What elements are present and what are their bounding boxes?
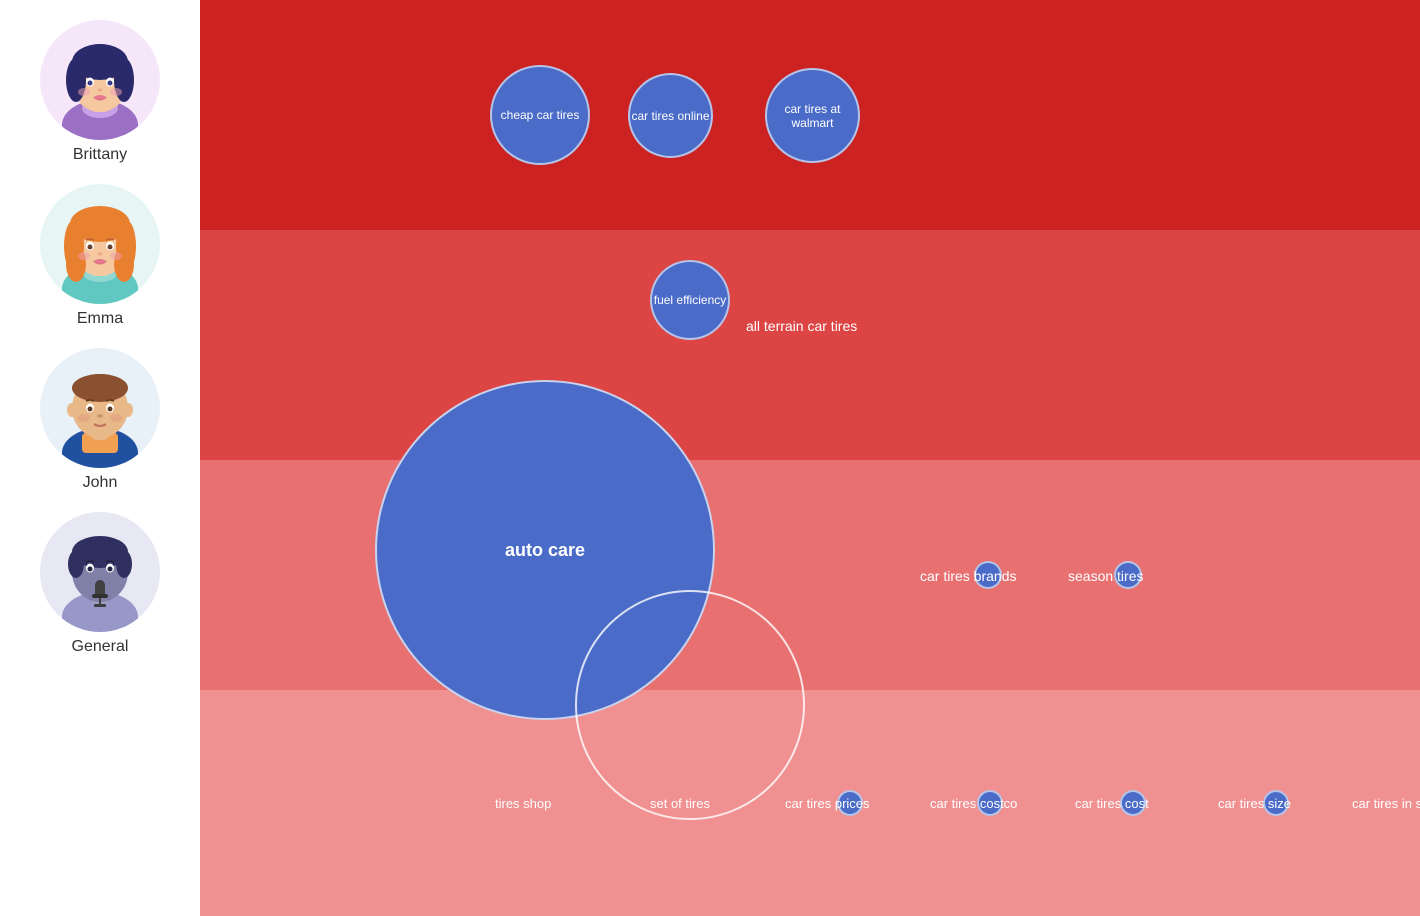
- avatar-general: [40, 512, 160, 632]
- bubble-label-car-tires-online: car tires online: [631, 109, 709, 123]
- sidebar: Brittany: [0, 0, 200, 916]
- bubble-car-tires-online[interactable]: car tires online: [628, 73, 713, 158]
- label-car-tires-prices: car tires prices: [785, 796, 870, 811]
- persona-john[interactable]: John: [40, 348, 160, 492]
- bubble-set-of-tires[interactable]: [575, 590, 805, 820]
- bubble-car-tires-walmart[interactable]: car tires at walmart: [765, 68, 860, 163]
- avatar-brittany: [40, 20, 160, 140]
- persona-name-john: John: [83, 474, 118, 492]
- avatar-emma: [40, 184, 160, 304]
- persona-general[interactable]: General: [40, 512, 160, 656]
- band-2: fuel efficiency all terrain car tires: [200, 230, 1420, 460]
- persona-name-brittany: Brittany: [73, 146, 127, 164]
- bubble-label-cheap-car-tires: cheap car tires: [501, 108, 580, 122]
- bubble-label-car-tires-walmart: car tires at walmart: [767, 102, 858, 130]
- label-car-tires-brands: car tires brands: [920, 568, 1016, 584]
- persona-name-emma: Emma: [77, 310, 123, 328]
- avatar-john: [40, 348, 160, 468]
- label-all-terrain: all terrain car tires: [746, 318, 857, 334]
- label-car-tires-costco: car tires costco: [930, 796, 1017, 811]
- label-season-tires: season tires: [1068, 568, 1143, 584]
- label-tires-shop: tires shop: [495, 796, 551, 811]
- label-car-tires-spanish: car tires in spanish: [1352, 796, 1420, 811]
- bubble-fuel-efficiency[interactable]: fuel efficiency: [650, 260, 730, 340]
- main-visualization: cheap car tires car tires online car tir…: [200, 0, 1420, 916]
- bubble-cheap-car-tires[interactable]: cheap car tires: [490, 65, 590, 165]
- label-car-tires-cost: car tires cost: [1075, 796, 1149, 811]
- band-4: car tires prices car tires costco car ti…: [200, 690, 1420, 916]
- bubble-label-auto-care: auto care: [505, 540, 585, 561]
- band-1: cheap car tires car tires online car tir…: [200, 0, 1420, 230]
- bubble-label-fuel-efficiency: fuel efficiency: [654, 293, 727, 307]
- persona-emma[interactable]: Emma: [40, 184, 160, 328]
- label-car-tires-size: car tires size: [1218, 796, 1291, 811]
- persona-name-general: General: [72, 638, 129, 656]
- persona-brittany[interactable]: Brittany: [40, 20, 160, 164]
